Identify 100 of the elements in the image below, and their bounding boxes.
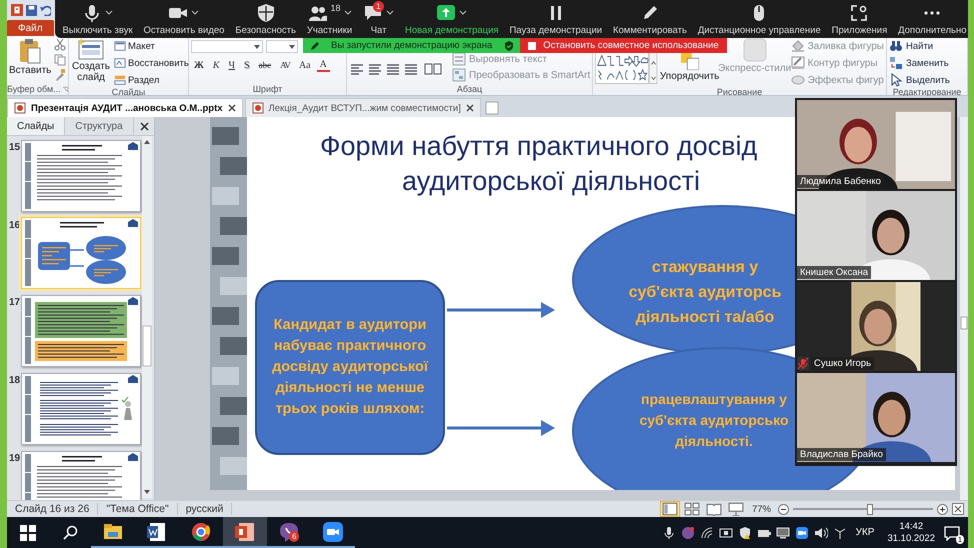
file-tab[interactable]: Файл [7, 20, 54, 36]
search-icon[interactable] [62, 524, 78, 540]
dialog-launcher-icon[interactable] [62, 86, 68, 92]
font-size-field[interactable] [266, 40, 298, 53]
caret-icon[interactable] [191, 10, 200, 15]
caret-icon[interactable] [344, 10, 352, 15]
fill-bucket-icon [790, 39, 805, 53]
scissors-icon[interactable] [54, 39, 66, 51]
speaker-icon[interactable] [814, 526, 828, 540]
caret-icon[interactable] [459, 10, 468, 15]
presentation-file-icon [14, 102, 26, 114]
slide-thumbnail[interactable] [21, 140, 141, 212]
group-title: Редактирование [892, 87, 962, 97]
font-name-field[interactable] [191, 40, 263, 53]
undo-icon[interactable] [40, 4, 51, 16]
format-button[interactable]: abc [256, 58, 274, 72]
group-title: Буфер обм... [7, 84, 61, 94]
tab-label: Презентація АУДИТ ...ановська О.М..pptx [31, 102, 223, 114]
fit-window-icon[interactable] [952, 503, 964, 515]
ribbon-button[interactable]: Выделить [889, 73, 950, 87]
video-camera-icon [322, 520, 344, 542]
toolbar-button[interactable]: Безопасность [235, 0, 296, 38]
format-button[interactable]: S [241, 58, 253, 72]
cursor-icon [889, 73, 903, 87]
scrollbar[interactable] [960, 117, 968, 500]
ribbon-button[interactable]: Найти [889, 39, 950, 53]
format-button[interactable]: A [316, 58, 330, 72]
scrollbar[interactable] [142, 136, 152, 498]
monitor-icon[interactable] [776, 526, 790, 540]
close-icon[interactable] [466, 104, 474, 112]
zoom-in-icon[interactable] [937, 504, 948, 514]
notification-badge: 6 [289, 531, 300, 542]
panel-tab[interactable]: Слайды [7, 117, 66, 135]
toolbar-button[interactable]: Дополнительно [898, 0, 966, 38]
toolbar-button[interactable]: 18 Участники [306, 0, 352, 38]
save-icon[interactable] [26, 4, 37, 16]
more-icon [924, 10, 940, 14]
shield-icon [256, 2, 276, 22]
caret-icon[interactable] [105, 10, 114, 15]
stop-share-button[interactable]: Остановить совместное использование [520, 38, 727, 53]
toolbar-button[interactable]: Выключить звук [62, 0, 133, 38]
slide-thumbnail[interactable] [21, 217, 141, 289]
wifi-icon[interactable] [700, 526, 714, 540]
format-button[interactable]: AV [277, 58, 293, 72]
video-camera-icon[interactable] [794, 526, 809, 540]
shield-check-icon [504, 40, 514, 50]
document-icon [146, 520, 168, 542]
microphone-icon[interactable] [662, 526, 676, 540]
ribbon-button[interactable]: Макет [114, 39, 189, 53]
normal-view-icon[interactable] [660, 502, 679, 516]
slideshow-icon[interactable] [726, 502, 745, 516]
toolbar-button[interactable]: Дистанционное управление [698, 0, 821, 38]
reset-icon [114, 57, 126, 69]
toolbar-button[interactable]: Пауза демонстрации [509, 0, 602, 38]
app-logo-icon [11, 4, 23, 16]
zoom-level[interactable]: 77% [748, 504, 774, 514]
ribbon-button[interactable]: Восстановить [114, 56, 189, 70]
slide-sorter-icon[interactable] [682, 502, 701, 516]
network-adapter-icon[interactable] [718, 526, 733, 540]
panel-tab[interactable]: Структура [65, 117, 134, 135]
paste-button[interactable]: Вставить [9, 38, 52, 76]
format-button[interactable]: Ч [226, 58, 238, 72]
toolbar-button[interactable]: Приложения [832, 0, 888, 38]
format-button[interactable]: К [210, 58, 223, 72]
notifications-icon[interactable] [944, 524, 960, 540]
close-icon[interactable] [228, 104, 236, 112]
document-tab[interactable]: Лекція_Аудит ВСТУП...жим совместимости] [244, 98, 481, 117]
reading-view-icon[interactable] [704, 502, 723, 516]
format-button[interactable]: Ж [191, 58, 207, 72]
close-icon[interactable] [140, 122, 149, 131]
section-icon [114, 74, 126, 86]
presentation-taskbar-button[interactable] [223, 517, 267, 548]
format-button[interactable]: Aa [296, 58, 314, 72]
copy-icon[interactable] [54, 54, 66, 66]
ribbon-button[interactable]: Заменить [889, 56, 950, 70]
slide-thumbnail[interactable] [21, 295, 141, 367]
shapes-gallery-drawing[interactable] [595, 52, 658, 84]
brush-icon[interactable] [54, 69, 66, 81]
phone-chat-taskbar-button[interactable]: 6 [267, 517, 311, 548]
document-tab[interactable]: Презентація АУДИТ ...ановська О.М..pptx [7, 98, 243, 117]
network-icon[interactable] [832, 526, 847, 540]
zoom-out-icon[interactable] [778, 504, 789, 514]
slide-thumbnail[interactable] [21, 373, 141, 445]
toolbar-button[interactable]: Новая демонстрация [404, 0, 499, 38]
ribbon-button[interactable]: Раздел [114, 73, 189, 87]
toolbar-button[interactable]: 1 Чат [363, 0, 394, 38]
smartart-icon [452, 68, 466, 82]
clock-time: 14:42 [899, 520, 924, 532]
clock-date: 31.10.2022 [887, 532, 935, 544]
caret-icon[interactable] [386, 10, 394, 15]
start-icon[interactable] [20, 524, 36, 540]
keyboard-language[interactable]: УКР [852, 527, 878, 538]
style-swatch-icon [742, 38, 768, 62]
phone-chat-icon[interactable] [680, 526, 695, 540]
new-slide-button[interactable]: Создать слайд [71, 38, 111, 83]
shield-warning-icon[interactable] [738, 526, 752, 540]
apps-icon [849, 2, 870, 22]
toolbar-button[interactable]: Комментировать [612, 0, 687, 38]
notification-badge: 1 [373, 0, 384, 12]
toolbar-button[interactable]: Остановить видео [144, 0, 224, 38]
